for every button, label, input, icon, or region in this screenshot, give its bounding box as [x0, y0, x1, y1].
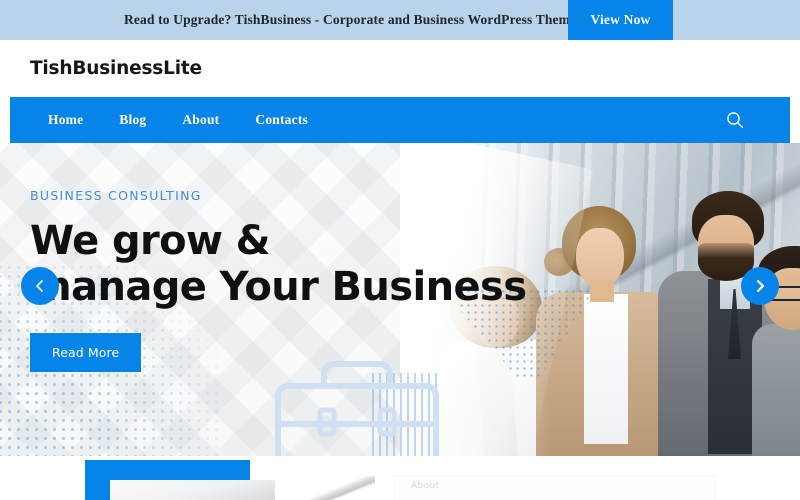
page-root: Read to Upgrade? TishBusiness - Corporat…: [0, 0, 800, 500]
site-logo[interactable]: TishBusinessLite: [30, 58, 202, 79]
about-image: [110, 480, 275, 500]
about-lamp-decor: [285, 476, 375, 500]
read-more-button[interactable]: Read More: [30, 333, 142, 372]
person-b-face: [576, 228, 624, 288]
search-icon[interactable]: [725, 110, 745, 130]
nav-list: Home Blog About Contacts: [30, 97, 326, 143]
hero-title: We grow & manage Your Business: [30, 219, 550, 309]
hero-slider: BUSINESS CONSULTING We grow & manage You…: [0, 143, 800, 456]
person-b-shirt: [584, 294, 628, 444]
slider-prev-button[interactable]: [21, 267, 59, 305]
top-promo-bar: Read to Upgrade? TishBusiness - Corporat…: [0, 0, 800, 40]
view-now-button[interactable]: View Now: [568, 0, 673, 40]
hero-title-line-2: manage Your Business: [30, 264, 527, 310]
main-navigation: Home Blog About Contacts: [10, 97, 790, 143]
hero-title-line-1: We grow &: [30, 218, 271, 264]
hero-content: BUSINESS CONSULTING We grow & manage You…: [30, 188, 550, 372]
person-d-torso: [752, 324, 800, 456]
nav-item-blog[interactable]: Blog: [101, 112, 164, 128]
nav-item-contacts[interactable]: Contacts: [237, 112, 326, 128]
promo-message: Read to Upgrade? TishBusiness - Corporat…: [124, 12, 577, 27]
person-b-neck: [590, 280, 614, 302]
nav-item-about[interactable]: About: [164, 112, 237, 128]
hero-subtitle: BUSINESS CONSULTING: [30, 188, 202, 203]
chevron-right-icon: [756, 279, 765, 293]
slider-next-button[interactable]: [741, 267, 779, 305]
about-text-card: About: [395, 476, 715, 500]
about-section-preview: About: [0, 456, 800, 500]
nav-item-home[interactable]: Home: [30, 112, 101, 128]
about-card-title: About: [411, 481, 440, 491]
logo-bar: TishBusinessLite: [0, 40, 800, 97]
top-promo-bar-inner: Read to Upgrade? TishBusiness - Corporat…: [0, 0, 800, 40]
chevron-left-icon: [36, 280, 43, 292]
